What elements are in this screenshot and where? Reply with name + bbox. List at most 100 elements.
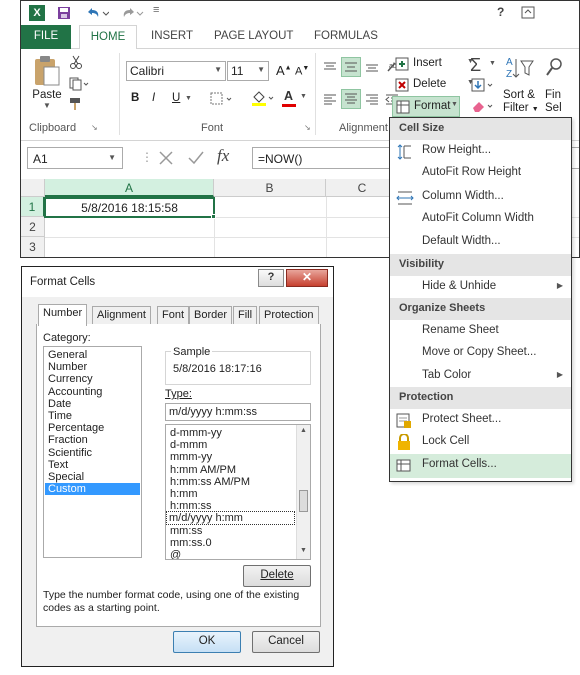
type-item[interactable]: h:mm:ss AM/PM (170, 476, 250, 488)
copy-icon[interactable] (69, 77, 89, 91)
confirm-entry-icon[interactable] (186, 149, 206, 167)
find-select-icon[interactable] (544, 57, 564, 79)
type-item[interactable]: d-mmm-yy (170, 427, 222, 439)
customize-qat-icon[interactable]: ≡ (153, 4, 159, 16)
font-launcher-icon[interactable]: ↘ (304, 123, 311, 132)
save-icon[interactable] (57, 6, 71, 20)
scroll-down-arrow-icon[interactable]: ▼ (300, 547, 307, 554)
type-item[interactable]: mm:ss (170, 525, 202, 537)
type-list-scrollbar[interactable]: ▲ ▼ (296, 425, 310, 559)
undo-icon[interactable] (85, 6, 109, 20)
name-box[interactable]: A1 ▼ (27, 147, 123, 169)
menu-item-format-cells[interactable]: Format Cells... (390, 454, 571, 478)
clipboard-launcher-icon[interactable]: ↘ (91, 123, 98, 132)
align-left-icon[interactable] (323, 93, 337, 105)
category-item[interactable]: Fraction (48, 434, 88, 446)
row-header-1[interactable]: 1 (21, 197, 45, 217)
cell-a1[interactable]: 5/8/2016 18:15:58 (44, 197, 215, 218)
menu-item-column-width[interactable]: Column Width... (390, 186, 571, 208)
sort-filter-button[interactable]: Sort & Filter ▼ (503, 89, 539, 116)
menu-item-autofit-row-height[interactable]: AutoFit Row Height (390, 162, 571, 184)
font-color-button[interactable]: A ▼ (282, 89, 310, 107)
borders-icon[interactable] (210, 92, 234, 106)
dialog-close-button[interactable]: ✕ (286, 269, 328, 287)
dialog-tab-protection[interactable]: Protection (259, 306, 319, 325)
type-item[interactable]: h:mm:ss (170, 500, 212, 512)
column-header-a[interactable]: A (45, 179, 214, 197)
clear-eraser-icon[interactable] (471, 99, 495, 113)
fill-icon[interactable] (471, 78, 495, 92)
cut-icon[interactable] (69, 55, 83, 69)
type-input[interactable]: m/d/yyyy h:mm:ss (165, 403, 311, 421)
row-header-2[interactable]: 2 (21, 217, 45, 237)
bold-button[interactable]: B (131, 92, 139, 104)
redo-icon[interactable] (121, 6, 145, 20)
type-item[interactable]: d-mmm (170, 439, 207, 451)
column-header-b[interactable]: B (214, 179, 326, 197)
grow-font-button[interactable]: A▲ (276, 63, 292, 78)
font-name-dropdown[interactable]: Calibri ▼ (126, 61, 226, 81)
cancel-entry-icon[interactable] (156, 149, 176, 167)
tab-formulas[interactable]: FORMULAS (314, 30, 378, 42)
category-item[interactable]: Special (48, 471, 84, 483)
italic-button[interactable]: I (152, 92, 155, 104)
tab-insert[interactable]: INSERT (151, 30, 193, 42)
format-cells-dropdown-button[interactable]: Format ▼ (392, 96, 460, 117)
type-list[interactable]: d-mmm-yy d-mmm mmm-yy h:mm AM/PM h:mm:ss AM/… (165, 424, 311, 560)
dialog-help-button[interactable]: ? (258, 269, 284, 287)
category-item[interactable]: General (48, 349, 87, 361)
category-item[interactable]: Currency (48, 373, 93, 385)
dialog-tab-number[interactable]: Number (38, 304, 88, 326)
scroll-up-arrow-icon[interactable]: ▲ (300, 427, 307, 434)
fill-color-icon[interactable] (250, 89, 276, 107)
delete-cells-button[interactable]: Delete ▼ (395, 76, 475, 94)
menu-item-tab-color[interactable]: Tab Color ▶ (390, 365, 571, 387)
dialog-tab-font[interactable]: Font (157, 306, 190, 325)
fill-handle[interactable] (211, 214, 216, 219)
select-all-corner[interactable] (21, 179, 45, 197)
type-item[interactable]: @ (170, 549, 181, 559)
insert-function-button[interactable]: fx (217, 146, 229, 166)
menu-item-autofit-column-width[interactable]: AutoFit Column Width (390, 208, 571, 230)
insert-cells-button[interactable]: Insert ▼ (395, 55, 475, 73)
top-align-icon[interactable] (323, 61, 337, 73)
dialog-tab-alignment[interactable]: Alignment (92, 306, 151, 325)
chevron-down-icon[interactable]: ▼ (489, 60, 496, 67)
category-item[interactable]: Accounting (48, 386, 102, 398)
dialog-tab-border[interactable]: Border (189, 306, 233, 325)
paste-button[interactable]: Paste ▼ (27, 53, 67, 115)
tab-file[interactable]: FILE (21, 25, 71, 49)
type-item[interactable]: h:mm (170, 488, 198, 500)
cancel-button[interactable]: Cancel (252, 631, 320, 653)
underline-button[interactable]: U (172, 92, 180, 104)
column-header-c[interactable]: C (326, 179, 398, 197)
middle-align-button[interactable] (341, 57, 361, 77)
menu-item-lock-cell[interactable]: Lock Cell (390, 431, 571, 453)
ribbon-display-options-icon[interactable] (521, 6, 535, 19)
menu-item-move-copy-sheet[interactable]: Move or Copy Sheet... (390, 342, 571, 364)
bottom-align-icon[interactable] (365, 61, 379, 73)
find-select-button[interactable]: Fin Sel (545, 89, 562, 115)
category-item[interactable]: Scientific (48, 447, 92, 459)
type-item[interactable]: mmm-yy (170, 451, 212, 463)
menu-item-rename-sheet[interactable]: Rename Sheet (390, 320, 571, 342)
center-button[interactable] (341, 89, 361, 109)
tab-page-layout[interactable]: PAGE LAYOUT (214, 30, 293, 42)
ok-button[interactable]: OK (173, 631, 241, 653)
menu-item-row-height[interactable]: Row Height... (390, 140, 571, 162)
tab-home[interactable]: HOME (79, 25, 137, 50)
help-icon[interactable]: ? (497, 5, 504, 19)
menu-item-protect-sheet[interactable]: Protect Sheet... (390, 409, 571, 431)
align-right-icon[interactable] (365, 93, 379, 105)
scrollbar-thumb[interactable] (299, 490, 308, 512)
shrink-font-button[interactable]: A▼ (295, 65, 309, 78)
category-item[interactable]: Percentage (48, 422, 104, 434)
menu-item-hide-unhide[interactable]: Hide & Unhide ▶ (390, 276, 571, 298)
category-item[interactable]: Number (48, 361, 87, 373)
type-item[interactable]: m/d/yyyy h:mm (166, 511, 295, 526)
type-item[interactable]: mm:ss.0 (170, 537, 212, 549)
underline-dropdown-arrow[interactable]: ▼ (185, 95, 192, 102)
dialog-tab-fill[interactable]: Fill (233, 306, 258, 325)
type-item[interactable]: h:mm AM/PM (170, 464, 236, 476)
sort-filter-icon[interactable]: AZ (504, 55, 534, 81)
